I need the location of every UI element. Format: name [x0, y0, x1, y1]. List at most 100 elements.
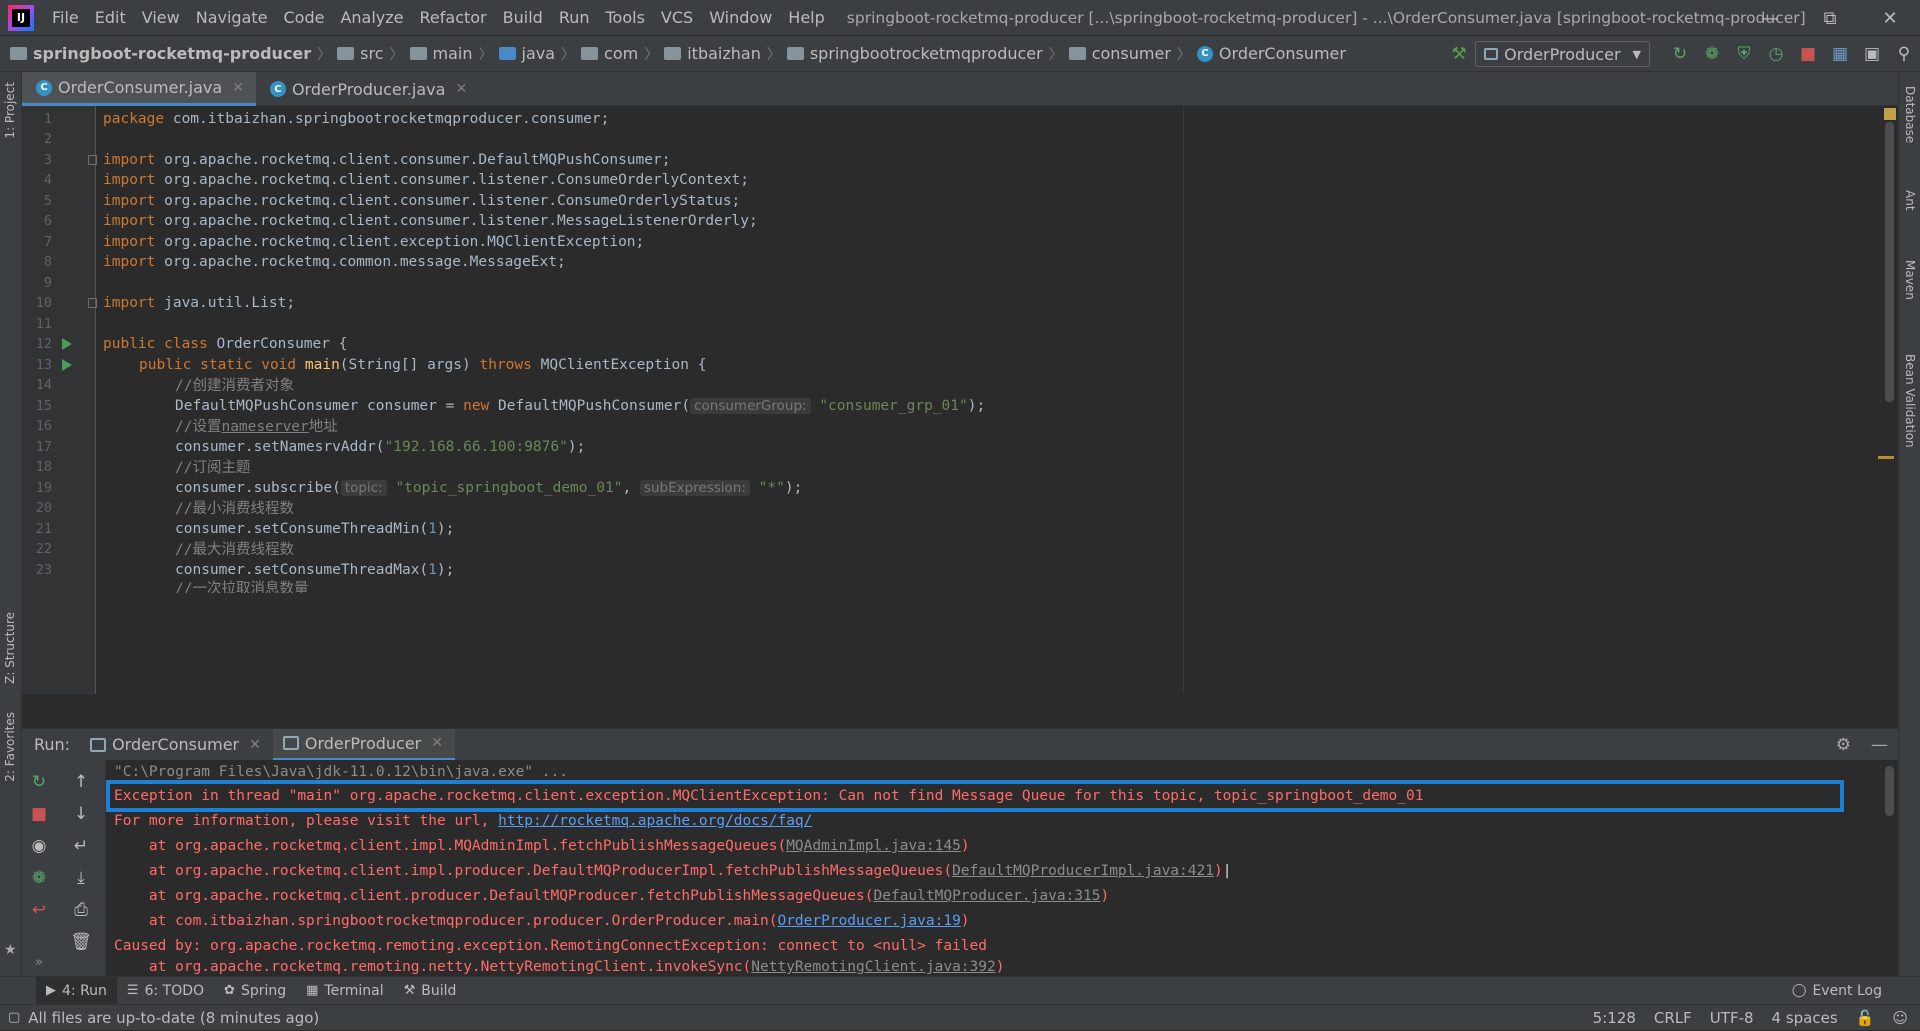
trash-icon[interactable]: 🗑: [66, 928, 96, 956]
fold-icon[interactable]: [88, 297, 97, 308]
breadcrumb-project[interactable]: springboot-rocketmq-producer: [10, 44, 311, 63]
build-tool-button[interactable]: ⚒ Build: [394, 977, 467, 1005]
tab-orderconsumer-java[interactable]: C OrderConsumer.java ✕: [22, 72, 256, 106]
menu-vcs[interactable]: VCS: [653, 0, 701, 36]
tab-orderproducer-java[interactable]: C OrderProducer.java ✕: [256, 72, 479, 106]
stop-icon[interactable]: ■: [24, 800, 54, 828]
chevron-right-icon: 〉: [1176, 46, 1191, 63]
fold-icon[interactable]: [88, 154, 97, 165]
run-configuration-select[interactable]: OrderProducer ▼: [1475, 41, 1650, 67]
menu-file[interactable]: File: [44, 0, 87, 36]
minimize-icon[interactable]: —: [1740, 0, 1800, 36]
lock-icon[interactable]: 🔓: [1856, 1009, 1875, 1027]
camera-icon[interactable]: ◉: [24, 832, 54, 860]
bean-validation-tool-button[interactable]: Bean Validation: [1903, 354, 1917, 448]
menu-code[interactable]: Code: [276, 0, 333, 36]
arrow-up-icon[interactable]: ↑: [66, 768, 96, 796]
menu-window[interactable]: Window: [701, 0, 780, 36]
presentation-icon[interactable]: ▣: [1856, 36, 1888, 72]
restore-icon[interactable]: ⧉: [1800, 0, 1860, 36]
favorites-tool-button[interactable]: 2: Favorites: [3, 712, 17, 782]
faq-link[interactable]: http://rocketmq.apache.org/docs/faq/: [498, 813, 812, 829]
settings-gear-icon[interactable]: ⚙: [1836, 735, 1851, 755]
hammer-icon: ⚒: [403, 983, 416, 998]
close-tab-icon[interactable]: ✕: [455, 81, 467, 97]
close-tab-icon[interactable]: ✕: [431, 735, 443, 751]
error-stripe-marker[interactable]: [1878, 456, 1894, 459]
stack-file-link[interactable]: MQAdminImpl.java:145: [786, 838, 961, 854]
breadcrumb-main[interactable]: main: [409, 44, 473, 63]
stack-file-link[interactable]: DefaultMQProducerImpl.java:421: [952, 863, 1214, 879]
breadcrumb-consumer[interactable]: consumer: [1068, 44, 1171, 63]
tool-windows-icon[interactable]: ▢: [8, 1010, 20, 1025]
coverage-icon[interactable]: ⛨: [1728, 36, 1760, 72]
run-gutter-icon[interactable]: [62, 358, 72, 371]
menu-edit[interactable]: Edit: [87, 0, 134, 36]
breadcrumb-orderconsumer[interactable]: C OrderConsumer: [1196, 44, 1346, 63]
run-tab-orderconsumer[interactable]: OrderConsumer ✕: [80, 729, 273, 761]
close-tab-icon[interactable]: ✕: [249, 737, 261, 753]
spring-tool-button[interactable]: ✿ Spring: [214, 977, 296, 1005]
intellij-logo-icon[interactable]: IJ: [8, 4, 34, 31]
menu-build[interactable]: Build: [495, 0, 551, 36]
code-editor[interactable]: 1 package com.itbaizhan.springbootrocket…: [22, 106, 1898, 694]
warning-marker-icon[interactable]: [1884, 108, 1896, 120]
editor-scrollbar[interactable]: [1885, 122, 1894, 402]
scroll-to-end-icon[interactable]: ⤓: [66, 864, 96, 892]
event-log-button[interactable]: ◯ Event Log: [1782, 977, 1892, 1005]
menu-analyze[interactable]: Analyze: [332, 0, 411, 36]
console-output[interactable]: "C:\Program Files\Java\jdk-11.0.12\bin\j…: [106, 760, 1898, 976]
run-tab-orderproducer[interactable]: OrderProducer ✕: [272, 728, 455, 761]
stop-icon[interactable]: ■: [1792, 36, 1824, 72]
line-separator[interactable]: CRLF: [1654, 1009, 1692, 1027]
exit-icon[interactable]: ↩: [24, 896, 54, 924]
menu-refactor[interactable]: Refactor: [412, 0, 495, 36]
close-window-icon[interactable]: ✕: [1860, 0, 1920, 36]
profile-icon[interactable]: ◷: [1760, 36, 1792, 72]
project-tool-button[interactable]: 1: Project: [3, 82, 17, 139]
minimize-panel-icon[interactable]: —: [1871, 735, 1888, 755]
breadcrumb-src[interactable]: src: [337, 44, 384, 63]
menu-view[interactable]: View: [134, 0, 188, 36]
soft-wrap-icon[interactable]: ↵: [66, 832, 96, 860]
rerun-icon[interactable]: ↻: [1664, 36, 1696, 72]
tool-label: Spring: [240, 982, 287, 999]
debug-bug-icon[interactable]: ❁: [24, 864, 54, 892]
structure-tool-button[interactable]: Z: Structure: [3, 612, 17, 684]
debug-bug-icon[interactable]: ❁: [1696, 36, 1728, 72]
database-tool-button[interactable]: Database: [1903, 86, 1917, 143]
arrow-down-icon[interactable]: ↓: [66, 800, 96, 828]
caret-position[interactable]: 5:128: [1593, 1009, 1636, 1027]
menu-help[interactable]: Help: [780, 0, 832, 36]
menu-run[interactable]: Run: [551, 0, 598, 36]
build-hammer-icon[interactable]: ⚒: [1443, 36, 1475, 72]
todo-tool-button[interactable]: ☰ 6: TODO: [117, 977, 214, 1005]
print-icon[interactable]: ⎙: [66, 896, 96, 924]
close-tab-icon[interactable]: ✕: [232, 80, 244, 96]
search-icon[interactable]: ⚲: [1888, 36, 1920, 72]
stack-file-link[interactable]: OrderProducer.java:19: [777, 913, 960, 929]
breadcrumb-itbaizhan[interactable]: itbaizhan: [664, 44, 761, 63]
maven-tool-button[interactable]: Maven: [1903, 260, 1917, 300]
stack-file-link[interactable]: DefaultMQProducer.java:315: [874, 888, 1101, 904]
code-comment: //一次拉取消息数量: [175, 581, 309, 593]
console-scrollbar[interactable]: [1885, 766, 1894, 816]
indent-setting[interactable]: 4 spaces: [1772, 1009, 1838, 1027]
more-icon[interactable]: »: [24, 948, 54, 976]
menu-navigate[interactable]: Navigate: [188, 0, 276, 36]
ant-tool-button[interactable]: Ant: [1903, 190, 1917, 211]
line-number: 6: [43, 212, 52, 229]
run-tool-button[interactable]: ▶ 4: Run: [36, 976, 117, 1005]
breadcrumb-springbootrocketmqproducer[interactable]: springbootrocketmqproducer: [786, 44, 1043, 63]
terminal-tool-button[interactable]: ▦ Terminal: [296, 977, 393, 1005]
rerun-icon[interactable]: ↻: [24, 768, 54, 796]
run-gutter-icon[interactable]: [62, 337, 72, 350]
breadcrumb-java[interactable]: java: [498, 44, 555, 63]
file-encoding[interactable]: UTF-8: [1710, 1009, 1754, 1027]
project-structure-icon[interactable]: ▦: [1824, 36, 1856, 72]
inspector-icon[interactable]: ☺: [1892, 1009, 1908, 1027]
stack-file-link[interactable]: NettyRemotingClient.java:392: [751, 959, 995, 975]
breadcrumb-com[interactable]: com: [581, 44, 638, 63]
list-icon: ☰: [126, 983, 139, 998]
menu-tools[interactable]: Tools: [598, 0, 653, 36]
